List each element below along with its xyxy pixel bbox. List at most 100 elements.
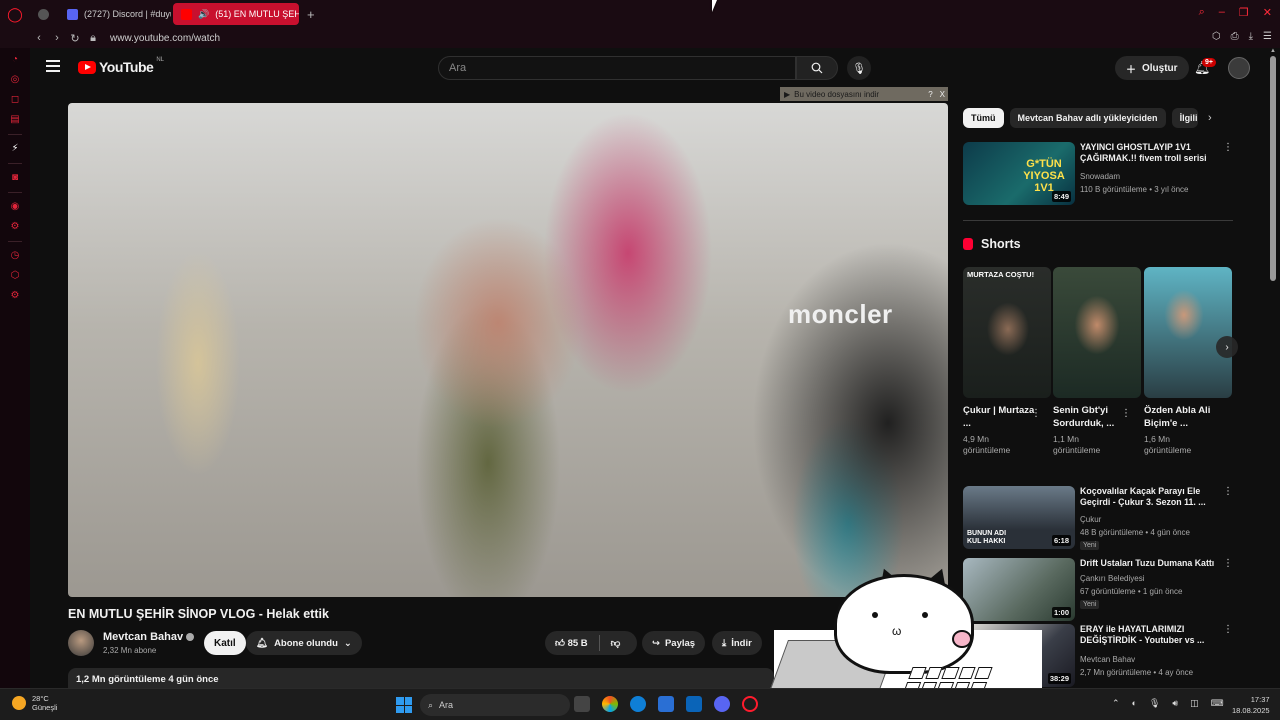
task-view-icon[interactable] — [574, 696, 590, 712]
account-avatar[interactable] — [1228, 57, 1250, 79]
opera-logo-icon[interactable]: ◯ — [0, 0, 30, 28]
short-item[interactable]: Özden Abla Ali Biçim'e ... 1,6 Mn görünt… — [1144, 267, 1232, 456]
related-video-title[interactable]: YAYINCI GHOSTLAYIP 1V1 ÇAĞIRMAK.!! fivem… — [1080, 142, 1220, 164]
easy-setup-icon[interactable]: ☰ — [1263, 31, 1272, 42]
description-box[interactable]: 1,2 Mn görüntüleme 4 gün önce — [68, 668, 774, 688]
more-options-icon[interactable]: ⋮ — [1121, 408, 1131, 419]
taskbar-search[interactable]: ⌕ Ara — [420, 694, 570, 716]
chevron-up-icon[interactable]: ⌃ — [1112, 698, 1120, 709]
download-button[interactable]: ⤓ İndir — [712, 631, 762, 655]
short-title[interactable]: Özden Abla Ali Biçim'e ... — [1144, 404, 1216, 430]
twitch-icon[interactable]: ◙ — [9, 172, 21, 184]
aria-icon[interactable]: ◔ — [9, 54, 21, 66]
weather-widget[interactable]: 28°C Güneşli — [12, 694, 57, 712]
tab-youtube[interactable]: 🔊 (51) EN MUTLU ŞEHİR — [173, 3, 299, 25]
channel-avatar[interactable] — [68, 630, 94, 656]
new-tab-button[interactable]: + — [301, 7, 321, 22]
extensions-icon[interactable]: ⬡ — [1212, 31, 1221, 42]
messenger-icon[interactable]: ◎ — [9, 74, 21, 86]
related-video-channel[interactable]: Mevtcan Bahav — [1080, 655, 1135, 664]
related-video-title[interactable]: Koçovalılar Kaçak Parayı Ele Geçirdi - Ç… — [1080, 486, 1220, 508]
tab-discord[interactable]: (2727) Discord | #duyuru — [59, 3, 171, 25]
voice-search-button[interactable]: 🎙︎ — [847, 56, 871, 80]
microphone-tray-icon[interactable]: 🎙︎ — [1149, 698, 1160, 709]
short-title[interactable]: Senin Gbt'yi Sordurduk, ... — [1053, 404, 1125, 430]
search-tabs-icon[interactable]: ⌕ — [1199, 6, 1205, 19]
language-icon[interactable]: ⌨ — [1211, 698, 1224, 709]
short-thumbnail[interactable] — [1053, 267, 1141, 398]
dislike-button[interactable]: 👎︎ — [611, 637, 621, 649]
share-button[interactable]: ↪ Paylaş — [642, 631, 706, 655]
more-options-icon[interactable]: ⋮ — [1031, 408, 1041, 419]
windows-start-icon[interactable] — [396, 697, 412, 713]
video-download-bar[interactable]: ▶ Bu video dosyasını indir ? X — [780, 87, 948, 101]
chip-from-uploader[interactable]: Mevtcan Bahav adlı yükleyiciden — [1009, 108, 1166, 128]
download-icon[interactable]: ⤓ — [1249, 31, 1253, 42]
related-video-channel[interactable]: Snowadam — [1080, 172, 1120, 181]
player-icon[interactable]: ◉ — [9, 201, 21, 213]
store-icon[interactable] — [658, 696, 674, 712]
youtube-logo[interactable]: YouTube NL — [78, 57, 164, 75]
more-options-icon[interactable]: ⋮ — [1223, 486, 1233, 497]
instagram-icon[interactable]: ◻ — [9, 94, 21, 106]
url-field[interactable]: www.youtube.com/watch — [110, 33, 220, 44]
related-video-channel[interactable]: Çukur — [1080, 515, 1101, 524]
related-video[interactable]: BUNUN ADI KUL HAKKI 6:18 Koçovalılar Kaç… — [963, 486, 1233, 550]
forward-icon[interactable]: › — [48, 32, 66, 44]
discord-taskbar-icon[interactable] — [714, 696, 730, 712]
reload-icon[interactable]: ↻ — [66, 32, 84, 45]
shorts-next-button[interactable]: › — [1216, 336, 1238, 358]
taskbar-clock[interactable]: 17:37 18.08.2025 — [1232, 694, 1270, 716]
video-thumbnail[interactable]: G*TÜN YIYOSA 1V1 8:49 — [963, 142, 1075, 205]
opera-taskbar-icon[interactable] — [742, 696, 758, 712]
close-icon[interactable]: ✕ — [1263, 6, 1272, 19]
short-thumbnail[interactable]: MURTAZA COŞTU! — [963, 267, 1051, 398]
tiktok-icon[interactable]: ⚡ — [9, 143, 21, 155]
short-item[interactable]: Senin Gbt'yi Sordurduk, ... 1,1 Mn görün… — [1053, 267, 1141, 456]
chip-all[interactable]: Tümü — [963, 108, 1004, 128]
video-thumbnail[interactable]: BUNUN ADI KUL HAKKI 6:18 — [963, 486, 1075, 549]
like-button[interactable]: 👍︎ 85 B — [555, 637, 588, 649]
minimize-icon[interactable]: – — [1219, 6, 1225, 19]
search-button[interactable] — [796, 56, 838, 80]
related-video[interactable]: G*TÜN YIYOSA 1V1 8:49 YAYINCI GHOSTLAYIP… — [963, 142, 1233, 206]
download-bar-help[interactable]: ? — [928, 90, 935, 99]
back-icon[interactable]: ‹ — [30, 32, 48, 44]
more-options-icon[interactable]: ⋮ — [1223, 624, 1233, 635]
subscribed-button[interactable]: 🔔︎ Abone olundu ⌄ — [246, 631, 362, 655]
download-bar-close[interactable]: X — [940, 90, 948, 99]
short-item[interactable]: MURTAZA COŞTU! Çukur | Murtaza ... 4,9 M… — [963, 267, 1051, 456]
network-icon[interactable]: ◫ — [1190, 698, 1199, 709]
edge-icon[interactable] — [630, 696, 646, 712]
volume-icon[interactable]: 🔊︎ — [1172, 698, 1178, 709]
more-options-icon[interactable]: ⋮ — [1223, 558, 1233, 569]
news-icon[interactable]: ▤ — [9, 114, 21, 126]
search-input[interactable] — [449, 62, 795, 74]
tray-app-icon[interactable]: ◐ — [1132, 698, 1137, 709]
settings-icon[interactable]: ⚙ — [9, 221, 21, 233]
extensions-sidebar-icon[interactable]: ⬡ — [9, 270, 21, 282]
page-scrollbar[interactable] — [1270, 56, 1276, 281]
short-title[interactable]: Çukur | Murtaza ... — [963, 404, 1035, 430]
snapshot-icon[interactable]: ⎙ — [1231, 31, 1239, 42]
video-player[interactable]: moncler — [68, 103, 948, 597]
maximize-icon[interactable]: ❐ — [1239, 6, 1249, 19]
scroll-up-arrow-icon[interactable]: ▲ — [1270, 48, 1276, 54]
copilot-icon[interactable] — [602, 696, 618, 712]
related-video-channel[interactable]: Çankırı Belediyesi — [1080, 574, 1144, 583]
short-thumbnail[interactable] — [1144, 267, 1232, 398]
outlook-icon[interactable] — [686, 696, 702, 712]
channel-name-text[interactable]: Mevtcan Bahav — [103, 631, 183, 643]
join-button[interactable]: Katıl — [204, 631, 246, 655]
related-video-title[interactable]: Drift Ustaları Tuzu Dumana Kattı — [1080, 558, 1220, 569]
gear-icon[interactable]: ⚙ — [9, 290, 21, 302]
history-icon[interactable]: ◷ — [9, 250, 21, 262]
create-button[interactable]: ＋ Oluştur — [1115, 56, 1189, 80]
chip-related[interactable]: İlgili — [1171, 108, 1198, 128]
channel-name[interactable]: Mevtcan Bahav — [103, 631, 195, 643]
chevron-right-icon[interactable]: › — [1208, 112, 1212, 124]
related-video-title[interactable]: ERAY ile HAYATLARIMIZI DEĞİŞTİRDİK - You… — [1080, 624, 1220, 646]
hamburger-menu-icon[interactable] — [46, 60, 60, 72]
more-options-icon[interactable]: ⋮ — [1223, 142, 1233, 153]
tab-whatsapp[interactable] — [30, 3, 57, 25]
